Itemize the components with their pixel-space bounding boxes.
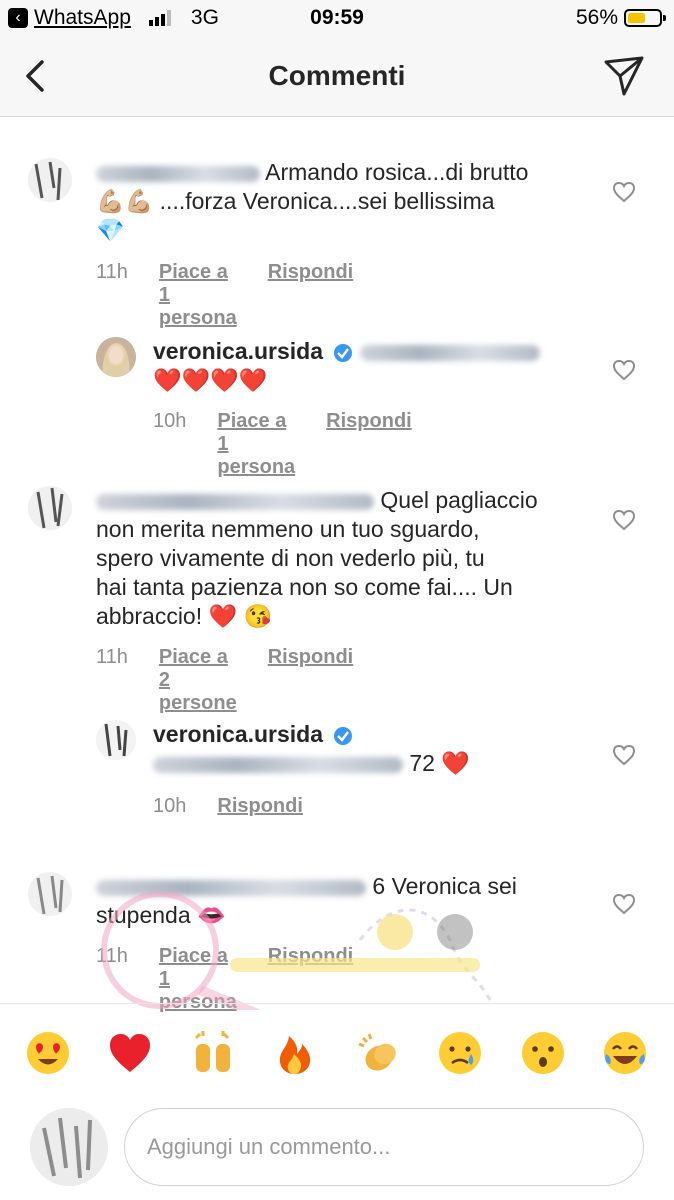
comment-text: Quel pagliaccio non merita nemmeno un tu… (96, 486, 596, 631)
status-right: 56% (575, 6, 666, 30)
comment-line: Quel pagliaccio (380, 487, 538, 513)
page-title: Commenti (268, 60, 406, 91)
status-bar: ‹ WhatsApp 3G 09:59 56% (0, 0, 674, 40)
emoji: 💪🏼 (96, 188, 125, 214)
username[interactable]: veronica.ursida (153, 721, 323, 747)
comment-input[interactable] (124, 1108, 644, 1186)
avatar[interactable] (96, 720, 136, 760)
redacted-username (96, 493, 374, 510)
emoji-surprised-face-button[interactable] (520, 1030, 566, 1076)
avatar[interactable] (96, 337, 136, 377)
like-heart-icon[interactable] (612, 743, 636, 767)
emoji-crying-face-button[interactable] (437, 1030, 483, 1076)
likes-link[interactable]: Piace a 1 persona (159, 261, 237, 330)
comment-text: veronica.ursida 72 ❤️ (153, 720, 593, 778)
emoji: 💎 (96, 217, 125, 243)
reply-button[interactable]: Rispondi (326, 410, 412, 479)
emoji-heart-button[interactable] (107, 1030, 153, 1076)
comment-text: veronica.ursida ❤️❤️❤️❤️ (153, 337, 593, 395)
comment-line: non merita nemmeno un tuo sguardo, (96, 516, 480, 542)
emoji-quick-bar (0, 1003, 674, 1100)
likes-link[interactable]: Piace a 1 persona (217, 410, 295, 479)
emoji-raised-hands-button[interactable] (190, 1030, 236, 1076)
like-heart-icon[interactable] (612, 892, 636, 916)
paper-plane-icon[interactable] (602, 54, 646, 98)
comment-time: 11h (96, 261, 128, 283)
comment-meta: 10h Rispondi (153, 795, 303, 818)
watermark-logo (101, 891, 492, 1010)
verified-badge-icon (334, 343, 353, 362)
verified-badge-icon (334, 726, 353, 745)
comment-line: abbraccio! ❤️ 😘 (96, 603, 273, 629)
comment-meta: 11h Piace a 1 persona Rispondi (96, 261, 353, 330)
emoji-tears-of-joy-button[interactable] (602, 1030, 648, 1076)
reply-button[interactable]: Rispondi (217, 795, 303, 818)
redacted-mention (153, 756, 403, 773)
comment-text: Armando rosica...di brutto 💪🏼💪🏼 ....forz… (96, 158, 596, 245)
header-bar: Commenti (0, 40, 674, 117)
battery-percent: 56% (575, 6, 618, 29)
like-heart-icon[interactable] (612, 180, 636, 204)
username[interactable]: veronica.ursida (153, 338, 323, 364)
comment-time: 11h (96, 646, 128, 668)
battery-icon (624, 9, 666, 27)
current-user-avatar (30, 1108, 108, 1186)
redacted-username (96, 165, 260, 182)
hearts: ❤️❤️❤️❤️ (153, 367, 268, 393)
like-heart-icon[interactable] (612, 358, 636, 382)
reply-button[interactable]: Rispondi (268, 646, 354, 715)
comment-time: 10h (153, 795, 187, 817)
comment-line: hai tanta pazienza non so come fai.... U… (96, 574, 513, 600)
emoji: 💪🏼 (124, 188, 154, 214)
clock: 09:59 (310, 6, 364, 29)
comment-time: 10h (153, 410, 187, 432)
emoji-clapping-hands-button[interactable] (355, 1030, 401, 1076)
comment-meta: 10h Piace a 1 persona Rispondi (153, 410, 412, 479)
comment-meta: 11h Piace a 2 persone Rispondi (96, 646, 353, 715)
reply-button[interactable]: Rispondi (268, 261, 354, 330)
like-heart-icon[interactable] (612, 508, 636, 532)
avatar[interactable] (28, 158, 72, 202)
emoji-heart-eyes-button[interactable] (25, 1030, 71, 1076)
comment-line: Armando rosica...di brutto (265, 159, 529, 185)
redacted-mention (359, 344, 540, 361)
likes-link[interactable]: Piace a 2 persone (159, 646, 237, 715)
emoji-fire-button[interactable] (272, 1030, 318, 1076)
avatar[interactable] (28, 486, 72, 530)
comment-composer (0, 1100, 674, 1200)
comment-line: spero vivamente di non vederlo più, tu (96, 545, 485, 571)
comment-line: ....forza Veronica....sei bellissima (159, 188, 495, 214)
mention-tail: 72 ❤️ (409, 750, 471, 776)
